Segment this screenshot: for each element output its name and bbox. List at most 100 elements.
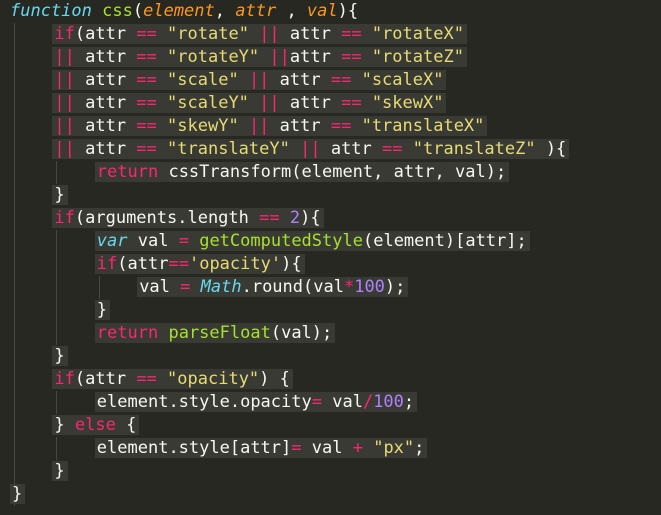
- code-line[interactable]: }: [94, 299, 111, 322]
- code-line[interactable]: return cssTransform(element, attr, val);: [94, 161, 510, 184]
- code-line[interactable]: }: [52, 345, 68, 368]
- code-token: ||: [54, 93, 75, 113]
- code-line[interactable]: return parseFloat(val);: [94, 322, 336, 345]
- code-token: 100: [354, 277, 385, 297]
- code-token: "skewY": [167, 116, 239, 136]
- code-line[interactable]: }: [10, 483, 26, 506]
- code-token: val: [139, 277, 181, 297]
- code-token: ||: [248, 116, 270, 136]
- indent-guide: [56, 437, 58, 460]
- code-token: }: [96, 300, 108, 320]
- code-token: }: [54, 461, 65, 481]
- code-token: 100: [373, 392, 404, 412]
- code-line[interactable]: }: [52, 460, 68, 483]
- code-token: Math: [200, 277, 242, 297]
- code-token: ){: [300, 208, 321, 228]
- code-token: attr: [289, 47, 342, 67]
- code-token: (: [117, 254, 128, 274]
- code-line[interactable]: element.style.opacity= val/100;: [94, 391, 418, 414]
- code-token: ==: [330, 116, 352, 136]
- code-token: if: [54, 208, 75, 228]
- code-token: );: [384, 277, 406, 297]
- code-line[interactable]: if(attr=='opacity'){: [94, 253, 305, 276]
- code-token: attr: [85, 24, 137, 44]
- code-line[interactable]: || attr == "skewY" || attr == "translate…: [52, 115, 488, 138]
- code-token: return: [96, 162, 159, 182]
- code-token: =: [180, 277, 191, 297]
- code-token: "rotateY": [167, 47, 260, 67]
- code-token: (: [74, 369, 86, 389]
- code-token: (: [132, 1, 144, 21]
- code-token: element)[attr];: [373, 231, 527, 251]
- code-token: /: [362, 392, 374, 412]
- code-token: ||: [259, 93, 280, 113]
- code-token: attr: [269, 116, 331, 136]
- code-line[interactable]: val = Math.round(val*100);: [137, 276, 409, 299]
- code-token: ==: [330, 70, 352, 90]
- code-token: attr: [279, 24, 342, 44]
- code-line[interactable]: if(arguments.length == 2){: [52, 207, 324, 230]
- code-token: "rotateX": [371, 24, 464, 44]
- indent-guide: [14, 23, 15, 506]
- code-token: =: [291, 438, 302, 458]
- code-token: ||: [54, 139, 75, 159]
- code-token: attr: [74, 93, 137, 113]
- code-token: "scale": [167, 70, 239, 90]
- code-token: parseFloat: [168, 323, 271, 343]
- code-token: val: [301, 438, 353, 458]
- code-token: attr: [320, 139, 383, 159]
- code-line[interactable]: || attr == "translateY" || attr == "tran…: [52, 138, 570, 161]
- code-token: ==: [341, 24, 362, 44]
- code-line[interactable]: if(attr == "rotate" || attr == "rotateX": [52, 23, 467, 46]
- code-token: }: [54, 185, 65, 205]
- code-token: ;: [414, 438, 425, 458]
- code-token: (: [74, 208, 86, 228]
- code-token: function: [10, 1, 92, 21]
- code-token: "rotateZ": [371, 47, 464, 67]
- code-token: ) {: [259, 369, 290, 389]
- code-token: ==: [136, 47, 157, 67]
- code-line[interactable]: }: [52, 184, 68, 207]
- code-editor[interactable]: function css(element, attr , val){if(att…: [0, 0, 661, 515]
- code-line[interactable]: var val = getComputedStyle(element)[attr…: [94, 230, 530, 253]
- indent-guide: [56, 161, 58, 184]
- code-token: "translateX": [361, 116, 485, 136]
- code-token: "px": [373, 438, 415, 458]
- code-line[interactable]: } else {: [52, 414, 140, 437]
- code-line[interactable]: if(attr == "opacity") {: [52, 368, 293, 391]
- code-token: "opacity": [167, 369, 260, 389]
- code-token: }: [54, 346, 65, 366]
- code-token: val: [306, 1, 338, 21]
- code-line[interactable]: element.style[attr]= val + "px";: [94, 437, 428, 460]
- code-line[interactable]: || attr == "scale" || attr == "scaleX": [52, 69, 447, 92]
- code-token: if: [54, 24, 75, 44]
- code-line[interactable]: || attr == "scaleY" || attr == "skewX": [52, 92, 447, 115]
- code-token: "translateZ": [412, 139, 536, 159]
- code-token: (: [74, 24, 86, 44]
- code-token: 'opacity': [188, 254, 282, 274]
- code-token: "skewX": [371, 93, 444, 113]
- code-token: ==: [136, 93, 157, 113]
- code-token: *: [343, 277, 355, 297]
- code-line[interactable]: || attr == "rotateY" ||attr == "rotateZ": [52, 46, 467, 69]
- code-token: ==: [382, 139, 403, 159]
- code-token: element.style[attr]: [96, 438, 292, 458]
- code-token: ){: [281, 254, 302, 274]
- code-line[interactable]: function css(element, attr , val){: [10, 0, 358, 23]
- code-token: ==: [136, 369, 157, 389]
